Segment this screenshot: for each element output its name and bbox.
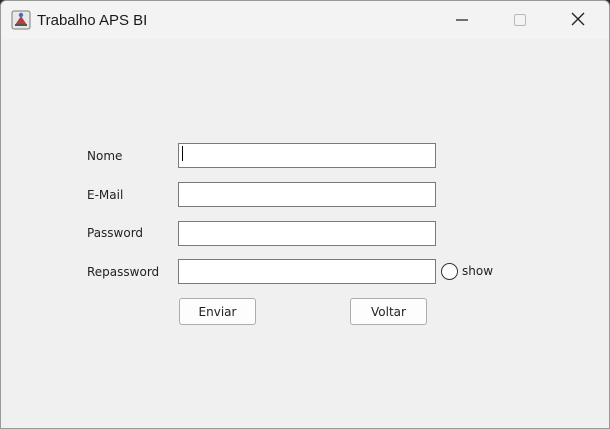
close-button[interactable] (549, 1, 607, 39)
name-label: Nome (87, 149, 123, 163)
close-icon (571, 11, 585, 30)
maximize-button[interactable] (491, 1, 549, 39)
title-bar[interactable]: Trabalho APS BI (1, 1, 609, 39)
minimize-icon (456, 11, 468, 30)
java-app-icon (11, 10, 31, 30)
maximize-icon (514, 11, 526, 30)
repassword-label: Repassword (87, 265, 160, 279)
form-panel: Nome E-Mail Password Repassword show Env… (1, 39, 609, 428)
text-caret (182, 146, 183, 161)
password-label: Password (87, 226, 144, 240)
send-button[interactable]: Enviar (179, 298, 256, 325)
minimize-button[interactable] (433, 1, 491, 39)
email-label: E-Mail (87, 188, 124, 202)
show-password-label[interactable]: show (462, 264, 493, 278)
show-password-radio[interactable] (441, 263, 458, 280)
back-button[interactable]: Voltar (350, 298, 427, 325)
repassword-input[interactable] (178, 259, 436, 284)
email-input[interactable] (178, 182, 436, 207)
window-title: Trabalho APS BI (37, 12, 148, 29)
password-input[interactable] (178, 221, 436, 246)
app-window: Trabalho APS BI Nome E-Mail Password Rep… (0, 0, 610, 429)
name-input[interactable] (178, 143, 436, 168)
